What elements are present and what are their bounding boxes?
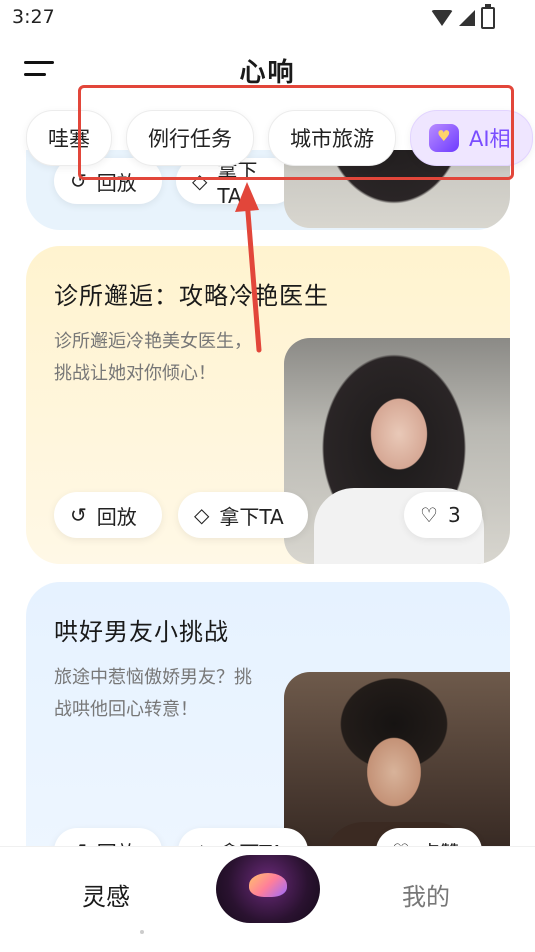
home-indicator — [140, 930, 144, 934]
ai-badge-icon — [429, 124, 459, 152]
status-time: 3:27 — [12, 6, 55, 28]
tab-routine-tasks[interactable]: 例行任务 — [126, 110, 254, 166]
nav-inspiration[interactable]: 灵感 — [82, 877, 130, 912]
tab-label: 哇塞 — [48, 127, 90, 151]
status-icons — [431, 4, 495, 29]
like-button[interactable]: ♡ 3 — [404, 492, 482, 538]
battery-icon — [481, 4, 495, 29]
page-title: 心响 — [239, 58, 296, 88]
bottom-nav: 灵感 我的 — [0, 846, 535, 952]
like-count: 3 — [447, 503, 461, 527]
tab-label: AI相 — [469, 127, 511, 151]
tab-label: 城市旅游 — [290, 127, 374, 151]
replay-label: 回放 — [96, 170, 137, 195]
tab-label: 例行任务 — [148, 127, 232, 151]
card-title: 诊所邂逅：攻略冷艳医生 — [54, 282, 329, 310]
tab-city-travel[interactable]: 城市旅游 — [268, 110, 396, 166]
magic-lamp-icon — [249, 873, 287, 897]
card-title: 哄好男友小挑战 — [54, 618, 229, 646]
take-label: 拿下TA — [219, 504, 284, 529]
signal-icon — [459, 10, 475, 26]
tab-ai[interactable]: AI相 — [410, 110, 533, 166]
category-tabs: 哇塞 例行任务 城市旅游 AI相 — [26, 110, 533, 166]
nav-mine[interactable]: 我的 — [402, 877, 450, 912]
take-button[interactable]: ◇ 拿下TA — [178, 492, 308, 538]
scenario-card[interactable]: 哄好男友小挑战 旅途中惹恼傲娇男友？挑战哄他回心转意！ ↺ 回放 ◇ 拿下TA … — [26, 582, 510, 882]
replay-icon: ↺ — [70, 503, 87, 527]
heart-icon: ♡ — [420, 503, 438, 527]
scenario-card[interactable]: 诊所邂逅：攻略冷艳医生 诊所邂逅冷艳美女医生，挑战让她对你倾心！ ↺ 回放 ◇ … — [26, 246, 510, 564]
card-description: 诊所邂逅冷艳美女医生，挑战让她对你倾心！ — [54, 331, 252, 384]
replay-button[interactable]: ↺ 回放 — [54, 492, 162, 538]
replay-icon: ↺ — [70, 169, 87, 193]
card-description: 旅途中惹恼傲娇男友？挑战哄他回心转意！ — [54, 667, 252, 720]
app-header: 心响 — [0, 42, 535, 96]
tag-icon: ◇ — [192, 169, 208, 193]
tag-icon: ◇ — [194, 503, 210, 527]
nav-center-button[interactable] — [216, 855, 320, 923]
wifi-icon — [431, 10, 453, 26]
status-bar: 3:27 — [0, 0, 535, 38]
tab-wasai[interactable]: 哇塞 — [26, 110, 112, 166]
replay-label: 回放 — [96, 504, 137, 529]
